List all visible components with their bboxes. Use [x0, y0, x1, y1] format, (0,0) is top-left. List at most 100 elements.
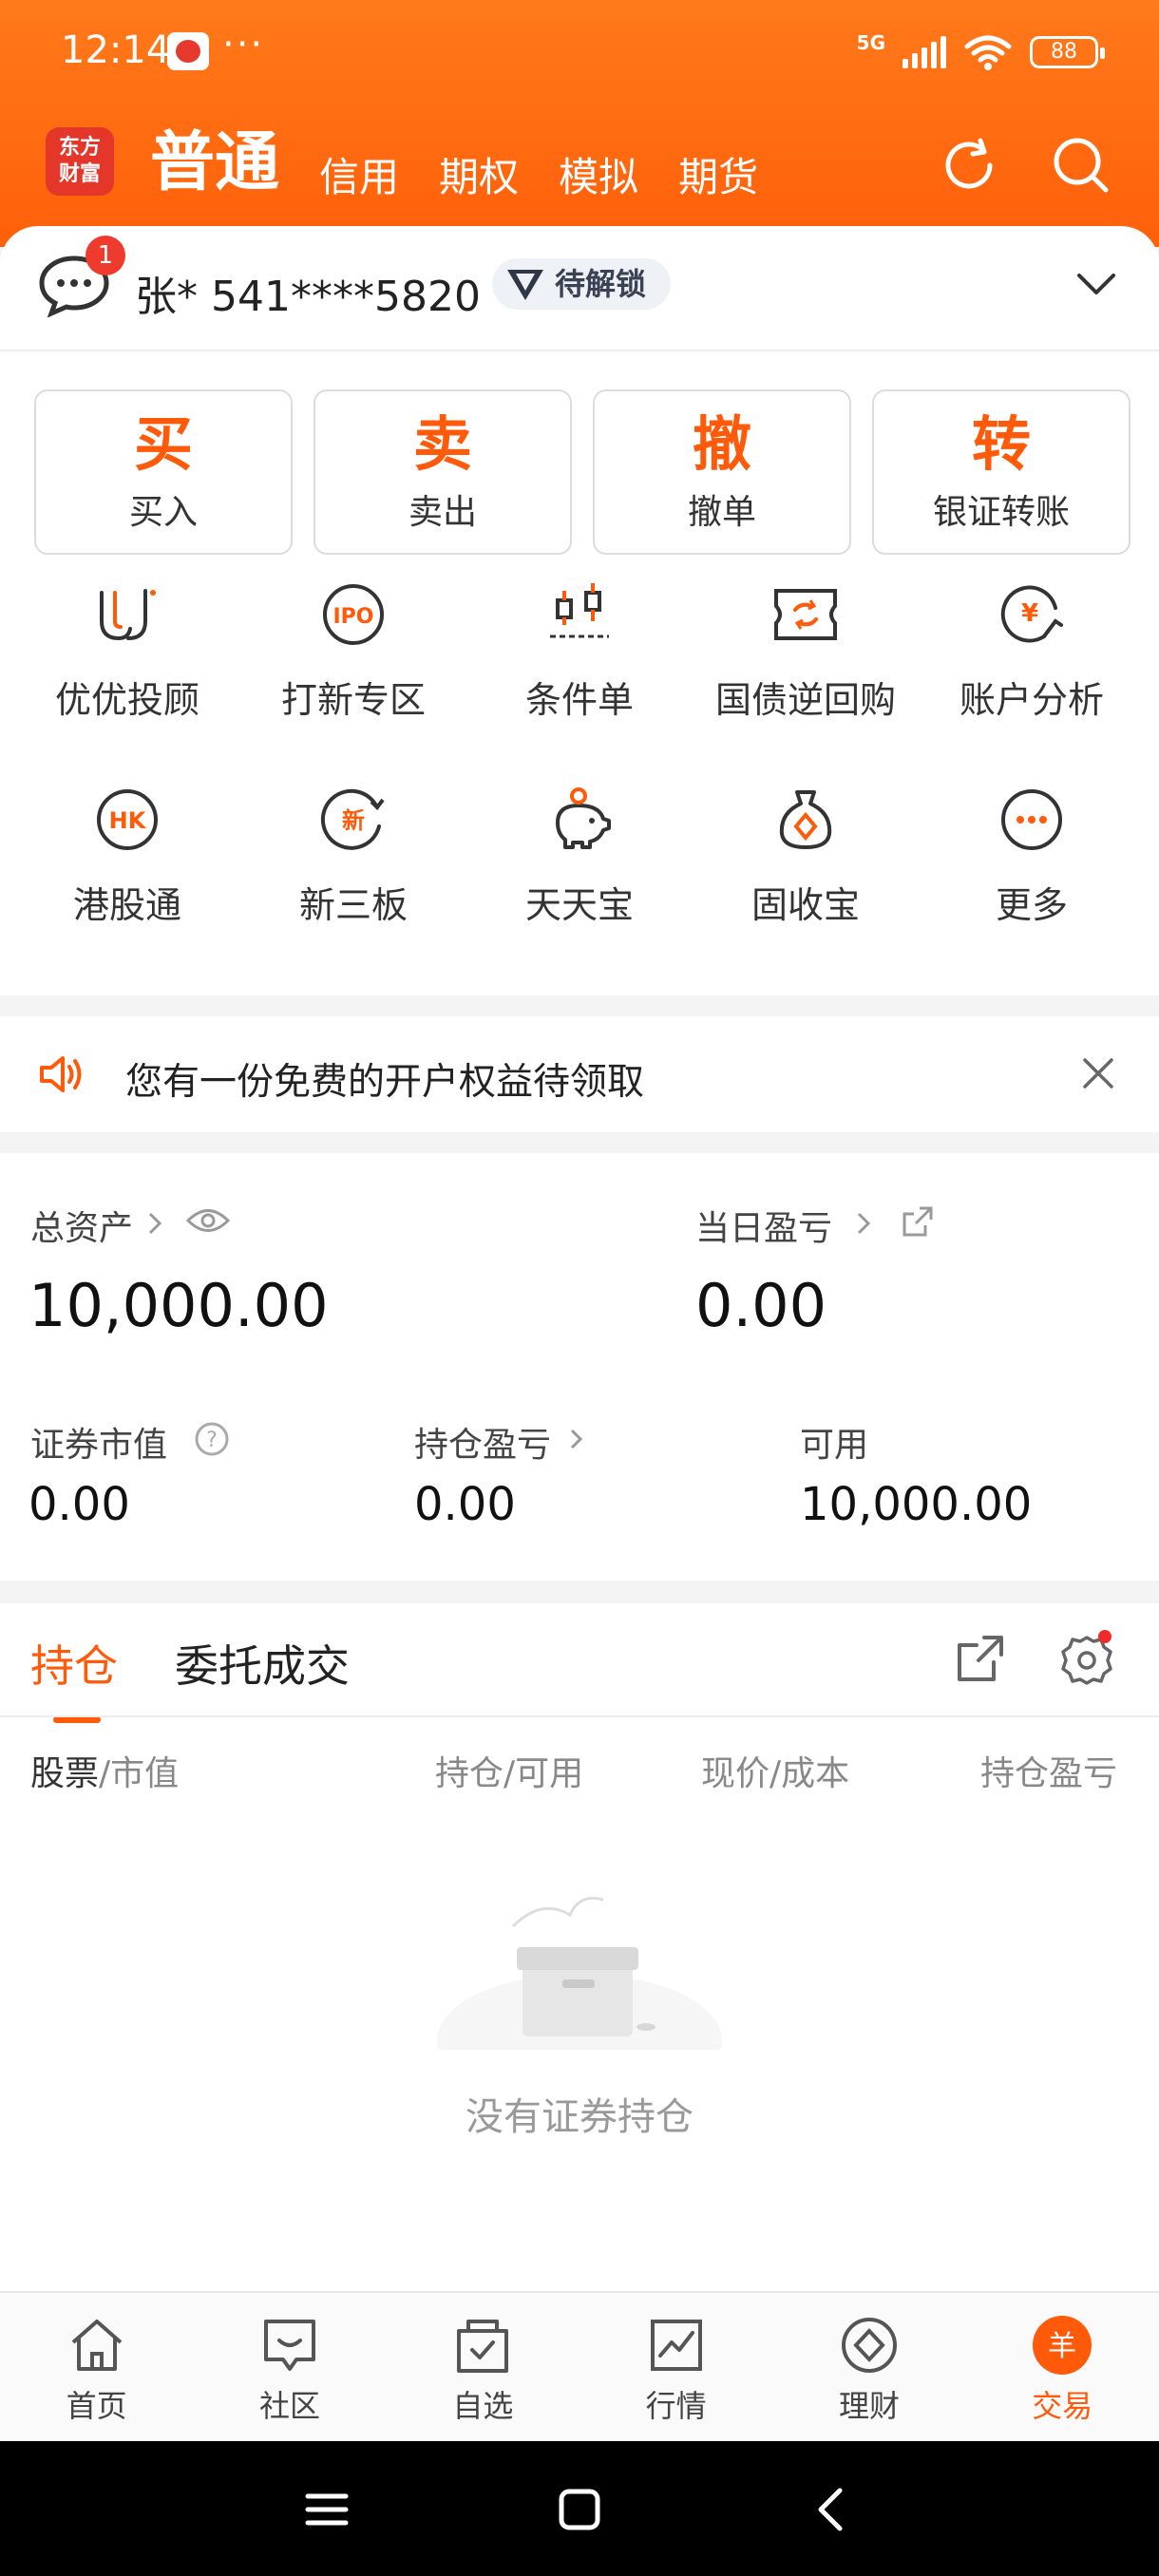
svg-text:IPO: IPO [332, 605, 373, 629]
system-navigation-bar [0, 2441, 1159, 2576]
col-stock-sub: /市值 [99, 1754, 180, 1793]
grid-item-uu-advisor[interactable]: 优优投顾 [13, 579, 241, 723]
back-icon[interactable] [806, 2483, 859, 2536]
home-icon [71, 2320, 122, 2371]
grid-item-account-analysis[interactable]: ¥ 账户分析 [918, 579, 1146, 723]
grid-item-ipo[interactable]: IPO 打新专区 [239, 579, 467, 723]
eye-icon[interactable] [186, 1206, 230, 1235]
col-pl[interactable]: 持仓盈亏 [980, 1746, 1123, 1795]
market-value-label: 证券市值 [30, 1426, 168, 1465]
tab-simulation[interactable]: 模拟 [559, 145, 638, 203]
battery-icon: 88 [1030, 36, 1105, 68]
tab-trade[interactable]: 羊 交易 [966, 2293, 1159, 2441]
account-bar[interactable]: 1 张* 541****5820 待解锁 [0, 226, 1159, 351]
tab-futures[interactable]: 期货 [678, 145, 758, 203]
tab-holdings[interactable]: 持仓 [30, 1632, 118, 1723]
tab-community[interactable]: 社区 [193, 2293, 386, 2441]
brand-logo: 东方 财富 [46, 127, 114, 196]
menu-icon[interactable] [300, 2483, 353, 2536]
uu-advisor-icon [100, 589, 156, 641]
daily-pl-value: 0.00 [695, 1271, 827, 1340]
trade-icon: 羊 [1033, 2316, 1092, 2375]
notice-text: 您有一份免费的开户权益待领取 [125, 1061, 645, 1104]
grid-label: 更多 [995, 884, 1068, 926]
grid-item-more[interactable]: 更多 [918, 785, 1146, 928]
transfer-label: 银证转账 [932, 493, 1070, 532]
home-button-icon[interactable] [553, 2483, 606, 2536]
total-assets-label[interactable]: 总资产 [30, 1201, 133, 1250]
buy-label: 买入 [128, 493, 198, 532]
status-bar: 12:14 ··· 5G 88 [61, 23, 1105, 76]
buy-key: 买 [133, 409, 193, 479]
sell-label: 卖出 [408, 493, 477, 532]
signal-icon [902, 36, 946, 68]
grid-item-neeq[interactable]: 新 新三板 [239, 785, 467, 928]
tab-watchlist[interactable]: 自选 [387, 2293, 580, 2441]
refresh-icon[interactable] [937, 133, 1001, 198]
grid-item-piggy-bank[interactable]: 天天宝 [466, 785, 694, 928]
grid-label: 天天宝 [524, 884, 634, 926]
holding-pl-label[interactable]: 持仓盈亏 [414, 1417, 551, 1467]
tab-label: 首页 [66, 2388, 127, 2424]
cancel-label: 撤单 [687, 493, 756, 532]
col-stock[interactable]: 股票/市值 [30, 1746, 179, 1795]
vip-status-badge[interactable]: 待解锁 [492, 258, 672, 310]
grid-item-condition-order[interactable]: 条件单 [466, 579, 694, 723]
tab-orders[interactable]: 委托成交 [175, 1632, 350, 1695]
wifi-icon [964, 35, 1012, 70]
cancel-order-button[interactable]: 撤 撤单 [593, 389, 851, 555]
settings-alert-dot [1098, 1630, 1112, 1643]
tab-options[interactable]: 期权 [439, 145, 519, 203]
tab-wealth[interactable]: 理财 [772, 2293, 965, 2441]
svg-text:HK: HK [109, 807, 147, 834]
sell-key: 卖 [412, 409, 472, 479]
vip-status-label: 待解锁 [555, 266, 647, 302]
trade-section: 买 买入 卖 卖出 撤 撤单 转 银证转账 优优投顾 IPO 打新专区 条件单 … [0, 351, 1159, 995]
grid-item-hk-connect[interactable]: HK 港股通 [13, 785, 241, 928]
col-stock-label: 股票 [30, 1754, 100, 1793]
reverse-repo-icon [774, 589, 837, 640]
piggy-bank-icon [556, 787, 611, 849]
help-icon[interactable]: ? [194, 1421, 230, 1457]
total-assets-value: 10,000.00 [28, 1271, 329, 1340]
grid-item-money-bag[interactable]: 固收宝 [692, 785, 920, 928]
bank-transfer-button[interactable]: 转 银证转账 [872, 389, 1130, 555]
chevron-right-icon [148, 1212, 162, 1235]
share-icon[interactable] [954, 1632, 1007, 1685]
promo-notice[interactable]: 您有一份免费的开户权益待领取 [0, 1016, 1159, 1132]
ipo-icon: IPO [323, 584, 384, 645]
tab-label: 社区 [258, 2388, 320, 2424]
col-hold[interactable]: 持仓/可用 [435, 1746, 583, 1795]
account-number: 张* 541****5820 [135, 273, 481, 321]
tab-home[interactable]: 首页 [0, 2293, 193, 2441]
col-price[interactable]: 现价/成本 [701, 1746, 849, 1795]
buy-button[interactable]: 买 买入 [34, 389, 293, 555]
external-link-icon[interactable] [901, 1204, 935, 1239]
daily-pl-label[interactable]: 当日盈亏 [695, 1201, 832, 1250]
hk-connect-icon: HK [97, 789, 158, 850]
app-header: 12:14 ··· 5G 88 东方 财富 普通 信用 期权 模拟 期货 [0, 0, 1159, 247]
app-notification-icon [167, 32, 209, 70]
grid-label: 账户分析 [959, 679, 1104, 721]
svg-text:羊: 羊 [1048, 2330, 1076, 2363]
status-time: 12:14 [61, 28, 171, 72]
more-icon [1001, 789, 1062, 850]
close-icon[interactable] [1081, 1056, 1115, 1090]
available-label: 可用 [800, 1426, 869, 1465]
tab-market[interactable]: 行情 [580, 2293, 772, 2441]
sell-button[interactable]: 卖 卖出 [314, 389, 572, 555]
cancel-key: 撤 [692, 409, 751, 479]
chevron-down-icon[interactable] [1075, 270, 1117, 298]
grid-item-reverse-repo[interactable]: 国债逆回购 [692, 579, 920, 723]
condition-order-icon [550, 583, 609, 638]
speaker-icon [40, 1056, 82, 1092]
watchlist-icon [457, 2320, 509, 2373]
unread-badge: 1 [86, 236, 125, 275]
tab-normal[interactable]: 普通 [150, 123, 279, 203]
tab-label: 行情 [645, 2388, 707, 2424]
grid-label: 优优投顾 [54, 679, 200, 721]
positions-panel: 持仓 委托成交 股票/市值 持仓/可用 现价/成本 持仓盈亏 没有证券持仓 [0, 1603, 1159, 2291]
search-icon[interactable] [1049, 133, 1113, 198]
tab-credit[interactable]: 信用 [319, 145, 399, 203]
grid-label: 国债逆回购 [714, 679, 896, 721]
